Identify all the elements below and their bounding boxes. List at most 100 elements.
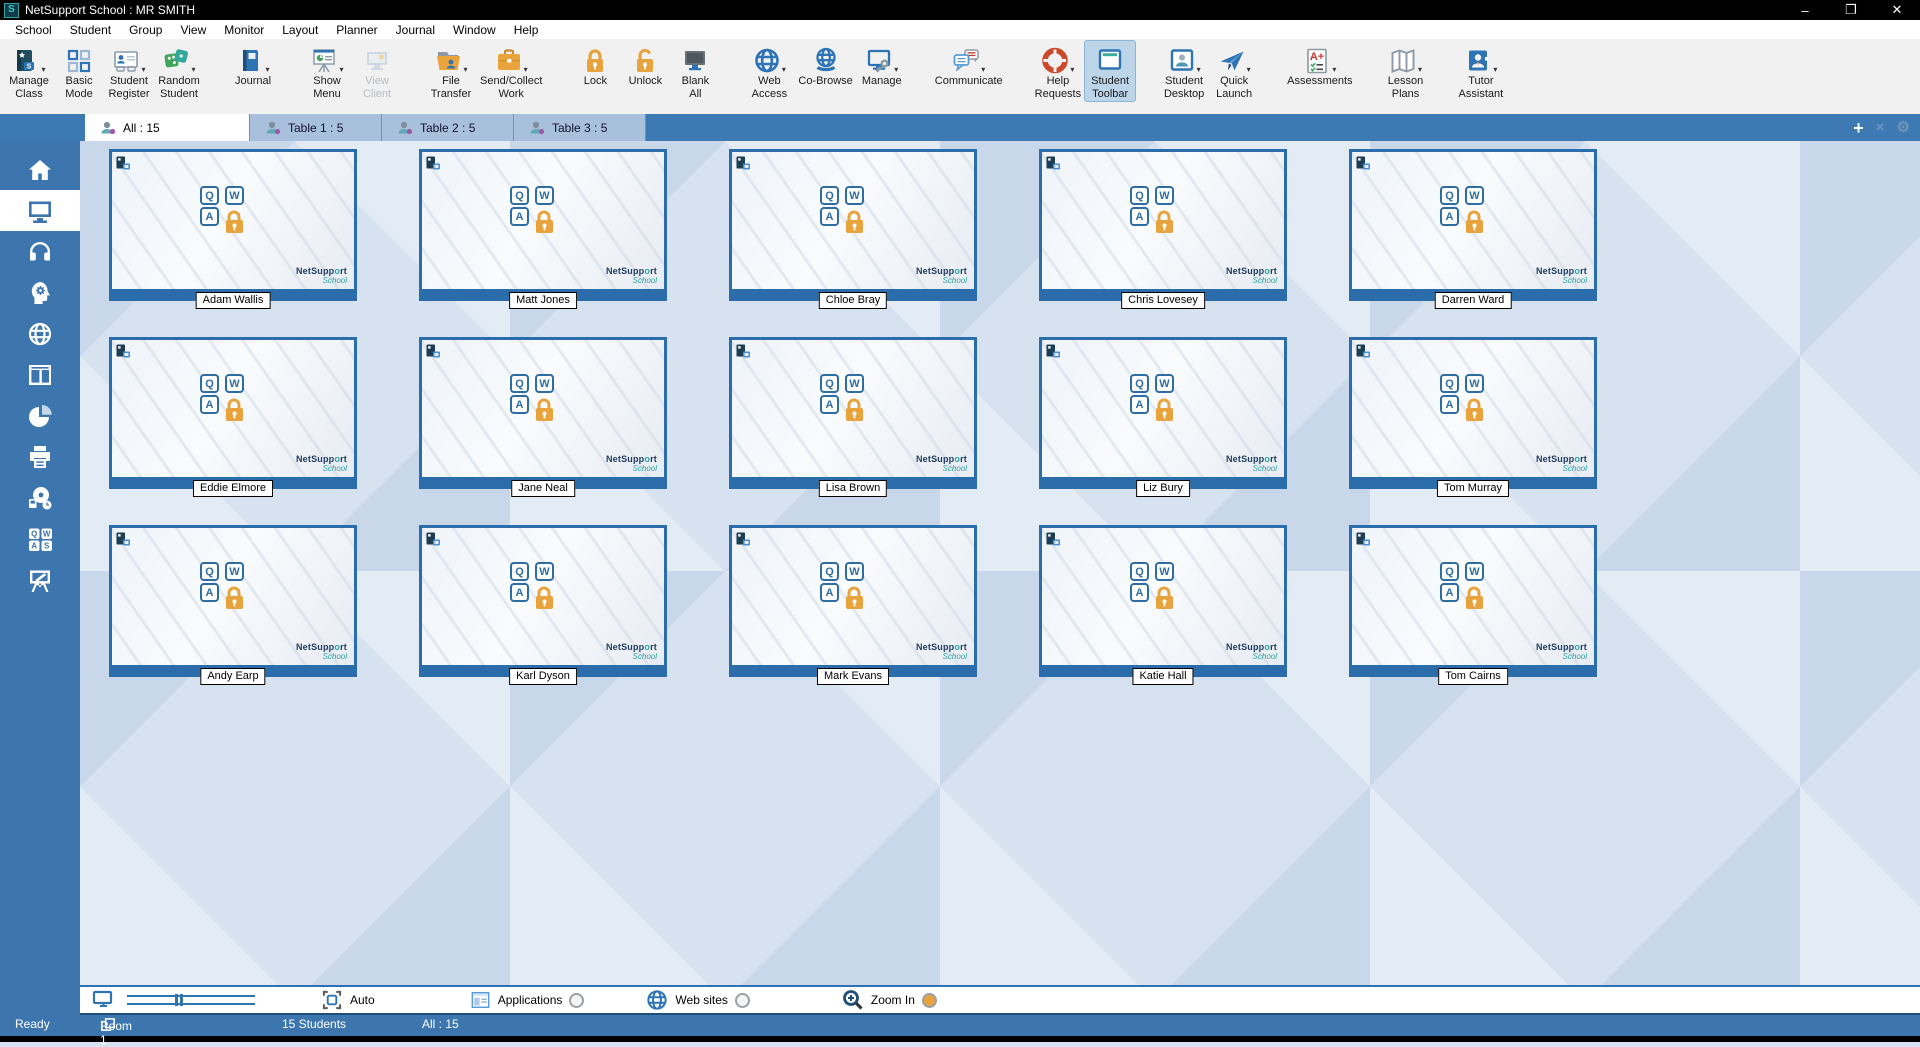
student-screen-thumbnail[interactable]: Q W A NetSupport School <box>1039 525 1287 677</box>
dropdown-arrow-icon[interactable]: ▾ <box>1493 65 1497 74</box>
close-button[interactable]: ✕ <box>1874 0 1920 20</box>
sidebar-item-application-control[interactable] <box>0 354 80 395</box>
student-tile[interactable]: Q W A NetSupport School Katie Hall <box>1039 525 1287 677</box>
auto-size-toggle[interactable]: Auto <box>321 989 375 1011</box>
student-tile[interactable]: Q W A NetSupport School Karl Dyson <box>419 525 667 677</box>
sidebar-item-keyboard-monitor[interactable]: QWAS <box>0 518 80 559</box>
add-group-icon[interactable]: + <box>1853 119 1864 137</box>
quick-launch-button[interactable]: ▾QuickLaunch <box>1209 41 1259 101</box>
dropdown-arrow-icon[interactable]: ▾ <box>1070 65 1074 74</box>
menu-school[interactable]: School <box>6 20 61 39</box>
assessments-button[interactable]: A+▾Assessments <box>1283 41 1356 88</box>
student-tile[interactable]: Q W A NetSupport School Andy Earp <box>109 525 357 677</box>
dropdown-arrow-icon[interactable]: ▾ <box>191 65 195 74</box>
student-tile[interactable]: Q W A NetSupport School Tom Cairns <box>1349 525 1597 677</box>
applications-radio[interactable] <box>569 993 584 1008</box>
student-screen-thumbnail[interactable]: Q W A NetSupport School <box>729 149 977 301</box>
student-screen-thumbnail[interactable]: Q W A NetSupport School <box>729 525 977 677</box>
manage-class-button[interactable]: S▾ManageClass <box>4 41 54 101</box>
dropdown-arrow-icon[interactable]: ▾ <box>463 65 467 74</box>
student-tile[interactable]: Q W A NetSupport School Lisa Brown <box>729 337 977 489</box>
sidebar-item-print[interactable] <box>0 436 80 477</box>
zoom-in-radio[interactable] <box>922 993 937 1008</box>
student-tile[interactable]: Q W A NetSupport School Darren Ward <box>1349 149 1597 301</box>
basic-mode-button[interactable]: BasicMode <box>54 41 104 101</box>
journal-button[interactable]: ▾Journal <box>228 41 278 88</box>
dropdown-arrow-icon[interactable]: ▾ <box>782 65 786 74</box>
dropdown-arrow-icon[interactable]: ▾ <box>41 65 45 74</box>
sidebar-item-survey[interactable] <box>0 395 80 436</box>
student-tile[interactable]: Q W A NetSupport School Adam Wallis <box>109 149 357 301</box>
blank-all-button[interactable]: BlankAll <box>670 41 720 101</box>
student-tile[interactable]: Q W A NetSupport School Jane Neal <box>419 337 667 489</box>
dropdown-arrow-icon[interactable]: ▾ <box>339 65 343 74</box>
student-screen-thumbnail[interactable]: Q W A NetSupport School <box>419 525 667 677</box>
student-screen-thumbnail[interactable]: Q W A NetSupport School <box>1349 149 1597 301</box>
file-transfer-button[interactable]: ▾FileTransfer <box>426 41 476 101</box>
student-desktop-button[interactable]: ▾StudentDesktop <box>1159 41 1209 101</box>
dropdown-arrow-icon[interactable]: ▾ <box>1197 65 1201 74</box>
student-tile[interactable]: Q W A NetSupport School Mark Evans <box>729 525 977 677</box>
thumbnail-size-slider[interactable] <box>92 990 255 1010</box>
tab-table1[interactable]: Table 1 : 5 <box>250 114 382 141</box>
student-tile[interactable]: Q W A NetSupport School Matt Jones <box>419 149 667 301</box>
student-screen-thumbnail[interactable]: Q W A NetSupport School <box>1039 337 1287 489</box>
dropdown-arrow-icon[interactable]: ▾ <box>894 65 898 74</box>
student-tile[interactable]: Q W A NetSupport School Chloe Bray <box>729 149 977 301</box>
dropdown-arrow-icon[interactable]: ▾ <box>524 65 528 74</box>
student-tile[interactable]: Q W A NetSupport School Tom Murray <box>1349 337 1597 489</box>
sidebar-item-audio[interactable] <box>0 231 80 272</box>
tab-all[interactable]: All : 15 <box>85 114 250 141</box>
applications-toggle[interactable]: Applications <box>470 990 585 1010</box>
minimize-button[interactable]: – <box>1782 0 1828 20</box>
help-requests-button[interactable]: ▾HelpRequests <box>1031 41 1085 101</box>
sidebar-item-monitor-mode[interactable] <box>0 190 80 231</box>
restore-button[interactable]: ❐ <box>1828 0 1874 20</box>
slider-handle[interactable] <box>175 994 183 1006</box>
send-collect-work-button[interactable]: ▾Send/CollectWork <box>476 41 546 101</box>
student-screen-thumbnail[interactable]: Q W A NetSupport School <box>1349 525 1597 677</box>
web-sites-radio[interactable] <box>735 993 750 1008</box>
zoom-in-toggle[interactable]: Zoom In <box>842 989 937 1011</box>
sidebar-item-web-control[interactable] <box>0 313 80 354</box>
sidebar-item-question-answer[interactable] <box>0 272 80 313</box>
menu-layout[interactable]: Layout <box>273 20 327 39</box>
menu-planner[interactable]: Planner <box>327 20 386 39</box>
communicate-button[interactable]: ▾Communicate <box>931 41 1007 88</box>
close-group-icon[interactable]: × <box>1876 120 1885 135</box>
student-tile[interactable]: Q W A NetSupport School Eddie Elmore <box>109 337 357 489</box>
manage-tools-button[interactable]: ▾Manage <box>857 41 907 88</box>
show-menu-button[interactable]: ▾ShowMenu <box>302 41 352 101</box>
lock-button[interactable]: Lock <box>570 41 620 88</box>
student-screen-thumbnail[interactable]: Q W A NetSupport School <box>729 337 977 489</box>
tab-table2[interactable]: Table 2 : 5 <box>382 114 514 141</box>
co-browse-button[interactable]: Co-Browse <box>794 41 856 88</box>
dropdown-arrow-icon[interactable]: ▾ <box>1418 65 1422 74</box>
menu-window[interactable]: Window <box>444 20 505 39</box>
student-tile[interactable]: Q W A NetSupport School Liz Bury <box>1039 337 1287 489</box>
web-sites-toggle[interactable]: Web sites <box>646 989 749 1011</box>
group-settings-gear-icon[interactable]: ⚙ <box>1897 120 1910 135</box>
sidebar-item-home[interactable] <box>0 149 80 190</box>
student-screen-thumbnail[interactable]: Q W A NetSupport School <box>1039 149 1287 301</box>
dropdown-arrow-icon[interactable]: ▾ <box>981 65 985 74</box>
menu-journal[interactable]: Journal <box>387 20 444 39</box>
menu-help[interactable]: Help <box>505 20 548 39</box>
tutor-assistant-button[interactable]: ▾TutorAssistant <box>1455 41 1508 101</box>
dropdown-arrow-icon[interactable]: ▾ <box>265 65 269 74</box>
web-access-button[interactable]: ▾WebAccess <box>744 41 794 101</box>
random-student-button[interactable]: ▾RandomStudent <box>154 41 204 101</box>
lesson-plans-button[interactable]: ▾LessonPlans <box>1381 41 1431 101</box>
menu-view[interactable]: View <box>171 20 215 39</box>
slider-track[interactable] <box>127 995 255 1005</box>
student-screen-thumbnail[interactable]: Q W A NetSupport School <box>109 149 357 301</box>
student-screen-thumbnail[interactable]: Q W A NetSupport School <box>1349 337 1597 489</box>
student-register-button[interactable]: ▾StudentRegister <box>104 41 154 101</box>
student-screen-thumbnail[interactable]: Q W A NetSupport School <box>419 337 667 489</box>
student-screen-thumbnail[interactable]: Q W A NetSupport School <box>109 525 357 677</box>
student-toolbar-button[interactable]: StudentToolbar <box>1085 41 1135 101</box>
student-tile[interactable]: Q W A NetSupport School Chris Lovesey <box>1039 149 1287 301</box>
menu-student[interactable]: Student <box>61 20 120 39</box>
tab-table3[interactable]: Table 3 : 5 <box>514 114 646 141</box>
student-screen-thumbnail[interactable]: Q W A NetSupport School <box>419 149 667 301</box>
